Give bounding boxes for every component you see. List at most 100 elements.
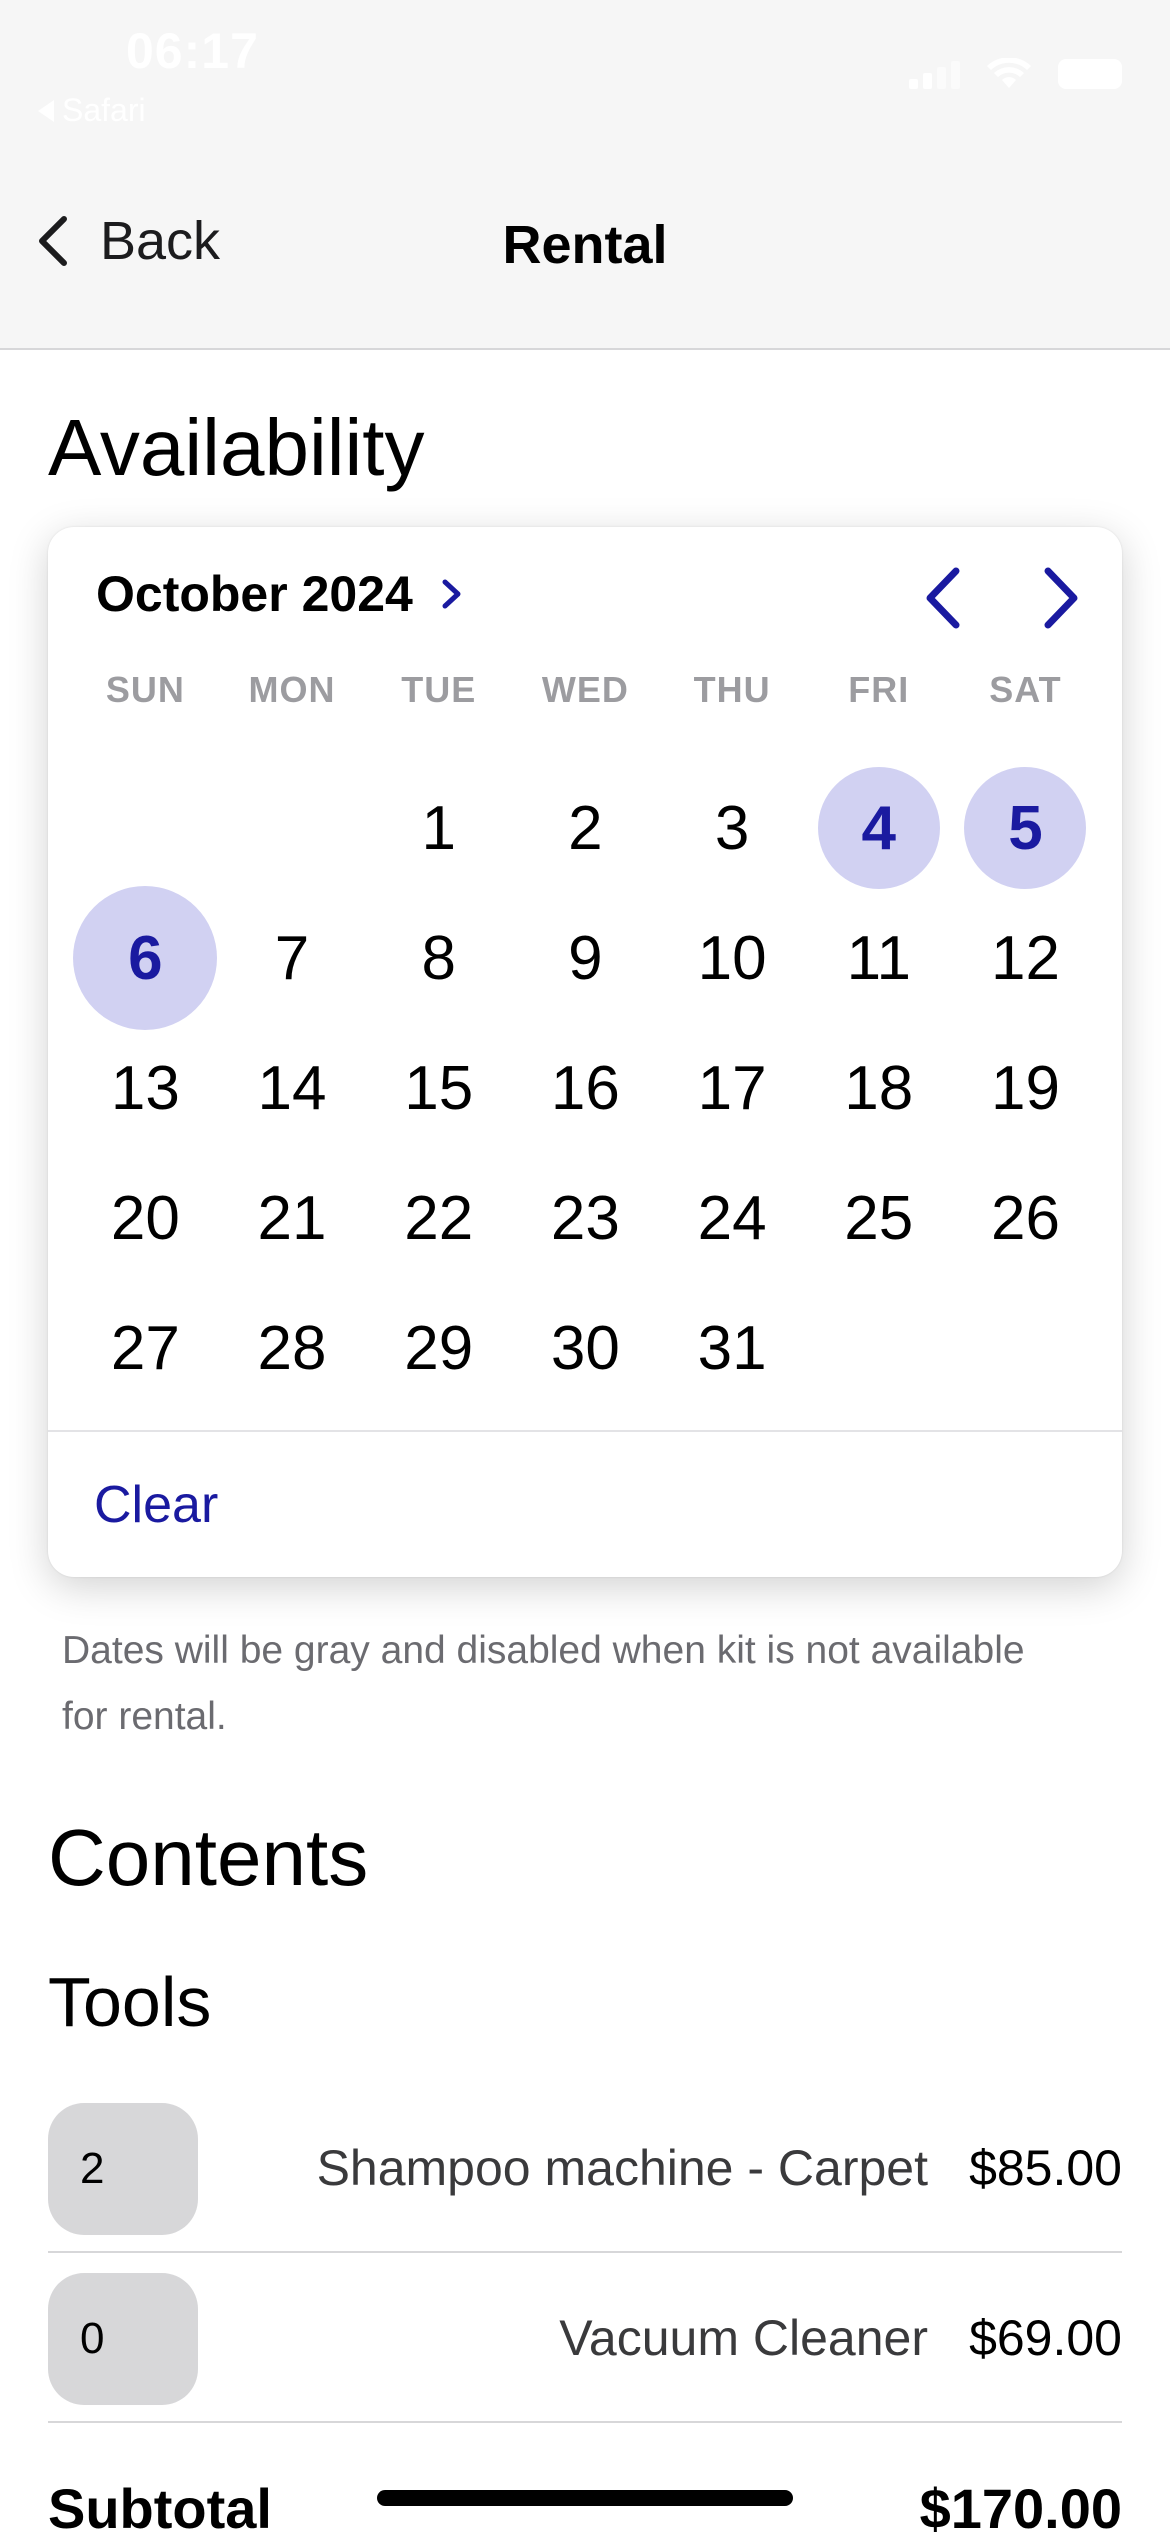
day-cell[interactable]: 23 <box>512 1153 659 1283</box>
day-cell[interactable]: 5 <box>952 763 1099 893</box>
day-number: 7 <box>274 923 310 993</box>
empty-day-cell <box>952 1283 1099 1413</box>
empty-day-cell <box>72 763 219 893</box>
day-number: 3 <box>714 793 750 863</box>
tool-row: 0 Vacuum Cleaner $69.00 <box>48 2253 1122 2423</box>
next-month-button[interactable] <box>1036 563 1086 633</box>
wifi-icon <box>987 58 1031 88</box>
day-number: 1 <box>421 793 456 863</box>
date-picker-card: October 2024 SUN MON TUE WED THU FRI SAT 12345… <box>48 527 1122 1577</box>
navigation-bar: 06:17 Safari Back Rental <box>0 0 1170 350</box>
day-cell[interactable]: 9 <box>512 893 659 1023</box>
day-number: 4 <box>861 793 897 863</box>
day-cell[interactable]: 10 <box>659 893 806 1023</box>
clear-button[interactable]: Clear <box>94 1475 218 1535</box>
day-number: 26 <box>990 1183 1060 1253</box>
empty-day-cell <box>219 763 366 893</box>
day-number: 18 <box>844 1053 914 1123</box>
availability-heading: Availability <box>48 403 425 492</box>
day-number: 16 <box>550 1053 620 1123</box>
day-number: 25 <box>844 1183 914 1253</box>
day-cell[interactable]: 21 <box>219 1153 366 1283</box>
day-cell[interactable]: 4 <box>805 763 952 893</box>
month-label: October 2024 <box>96 566 413 622</box>
empty-day-cell <box>805 1283 952 1413</box>
weekday-label: SUN <box>105 669 185 710</box>
back-triangle-icon <box>38 99 54 122</box>
weekday-label: MON <box>248 669 336 710</box>
month-year-button[interactable]: October 2024 <box>96 565 465 623</box>
tool-row: 2 Shampoo machine - Carpet $85.00 <box>48 2083 1122 2253</box>
day-number: 8 <box>421 923 456 993</box>
contents-heading: Contents <box>48 1813 369 1902</box>
day-cell[interactable]: 15 <box>365 1023 512 1153</box>
day-cell[interactable]: 29 <box>365 1283 512 1413</box>
day-cell[interactable]: 6 <box>72 893 219 1023</box>
previous-month-button[interactable] <box>918 563 968 633</box>
day-cell[interactable]: 16 <box>512 1023 659 1153</box>
tool-name: Shampoo machine - Carpet <box>316 2140 928 2196</box>
tool-price: $69.00 <box>969 2310 1122 2366</box>
day-number: 10 <box>697 923 767 993</box>
chevron-right-icon <box>442 579 461 609</box>
day-number: 29 <box>404 1313 474 1383</box>
day-number: 23 <box>550 1183 620 1253</box>
day-number: 11 <box>846 923 911 993</box>
day-number: 22 <box>404 1183 474 1253</box>
day-cell[interactable]: 7 <box>219 893 366 1023</box>
day-cell[interactable]: 2 <box>512 763 659 893</box>
weekday-label: FRI <box>848 669 910 710</box>
quantity-field[interactable]: 2 <box>48 2103 198 2235</box>
day-number: 14 <box>257 1053 327 1123</box>
day-cell[interactable]: 31 <box>659 1283 806 1413</box>
weekday-label: WED <box>541 669 629 710</box>
weekday-label: THU <box>693 669 771 710</box>
day-number: 24 <box>697 1183 767 1253</box>
day-cell[interactable]: 12 <box>952 893 1099 1023</box>
day-cell[interactable]: 11 <box>805 893 952 1023</box>
return-app-label: Safari <box>62 92 146 128</box>
return-to-app-link[interactable]: Safari <box>38 92 146 129</box>
weekday-header: SUN MON TUE WED THU FRI SAT <box>72 669 1099 711</box>
divider <box>48 1430 1122 1432</box>
day-cell[interactable]: 1 <box>365 763 512 893</box>
day-cell[interactable]: 17 <box>659 1023 806 1153</box>
day-cell[interactable]: 30 <box>512 1283 659 1413</box>
day-cell[interactable]: 13 <box>72 1023 219 1153</box>
day-number: 20 <box>110 1183 180 1253</box>
subtotal-label: Subtotal <box>48 2477 272 2532</box>
availability-note: Dates will be gray and disabled when kit… <box>62 1629 1025 1738</box>
day-number: 6 <box>128 923 163 993</box>
day-cell[interactable]: 18 <box>805 1023 952 1153</box>
day-number: 2 <box>568 793 603 863</box>
day-number: 5 <box>1008 793 1043 863</box>
day-number: 12 <box>990 923 1060 993</box>
calendar-grid: 1 2 3 4 5 6 7 8 9 10 11 12 13 14 15 16 17 18 19 20 21 22 23 24 2… <box>72 763 1099 1413</box>
day-number: 17 <box>697 1053 767 1123</box>
tool-price: $85.00 <box>969 2140 1122 2196</box>
day-cell[interactable]: 26 <box>952 1153 1099 1283</box>
signal-icon <box>909 59 960 89</box>
status-icons <box>909 58 1122 90</box>
day-number: 28 <box>257 1313 327 1383</box>
day-cell[interactable]: 20 <box>72 1153 219 1283</box>
day-cell[interactable]: 25 <box>805 1153 952 1283</box>
day-cell[interactable]: 27 <box>72 1283 219 1413</box>
day-cell[interactable]: 8 <box>365 893 512 1023</box>
day-cell[interactable]: 14 <box>219 1023 366 1153</box>
day-number: 31 <box>697 1313 767 1383</box>
day-cell[interactable]: 28 <box>219 1283 366 1413</box>
day-number: 19 <box>990 1053 1060 1123</box>
day-cell[interactable]: 22 <box>365 1153 512 1283</box>
status-time: 06:17 <box>126 23 259 79</box>
day-number: 27 <box>110 1313 180 1383</box>
tools-heading: Tools <box>48 1963 212 2041</box>
day-number: 13 <box>110 1053 180 1123</box>
quantity-field[interactable]: 0 <box>48 2273 198 2405</box>
day-cell[interactable]: 19 <box>952 1023 1099 1153</box>
day-cell[interactable]: 3 <box>659 763 806 893</box>
day-number: 21 <box>257 1183 327 1253</box>
page-title: Rental <box>502 215 668 275</box>
day-cell[interactable]: 24 <box>659 1153 806 1283</box>
battery-icon <box>1058 59 1122 89</box>
